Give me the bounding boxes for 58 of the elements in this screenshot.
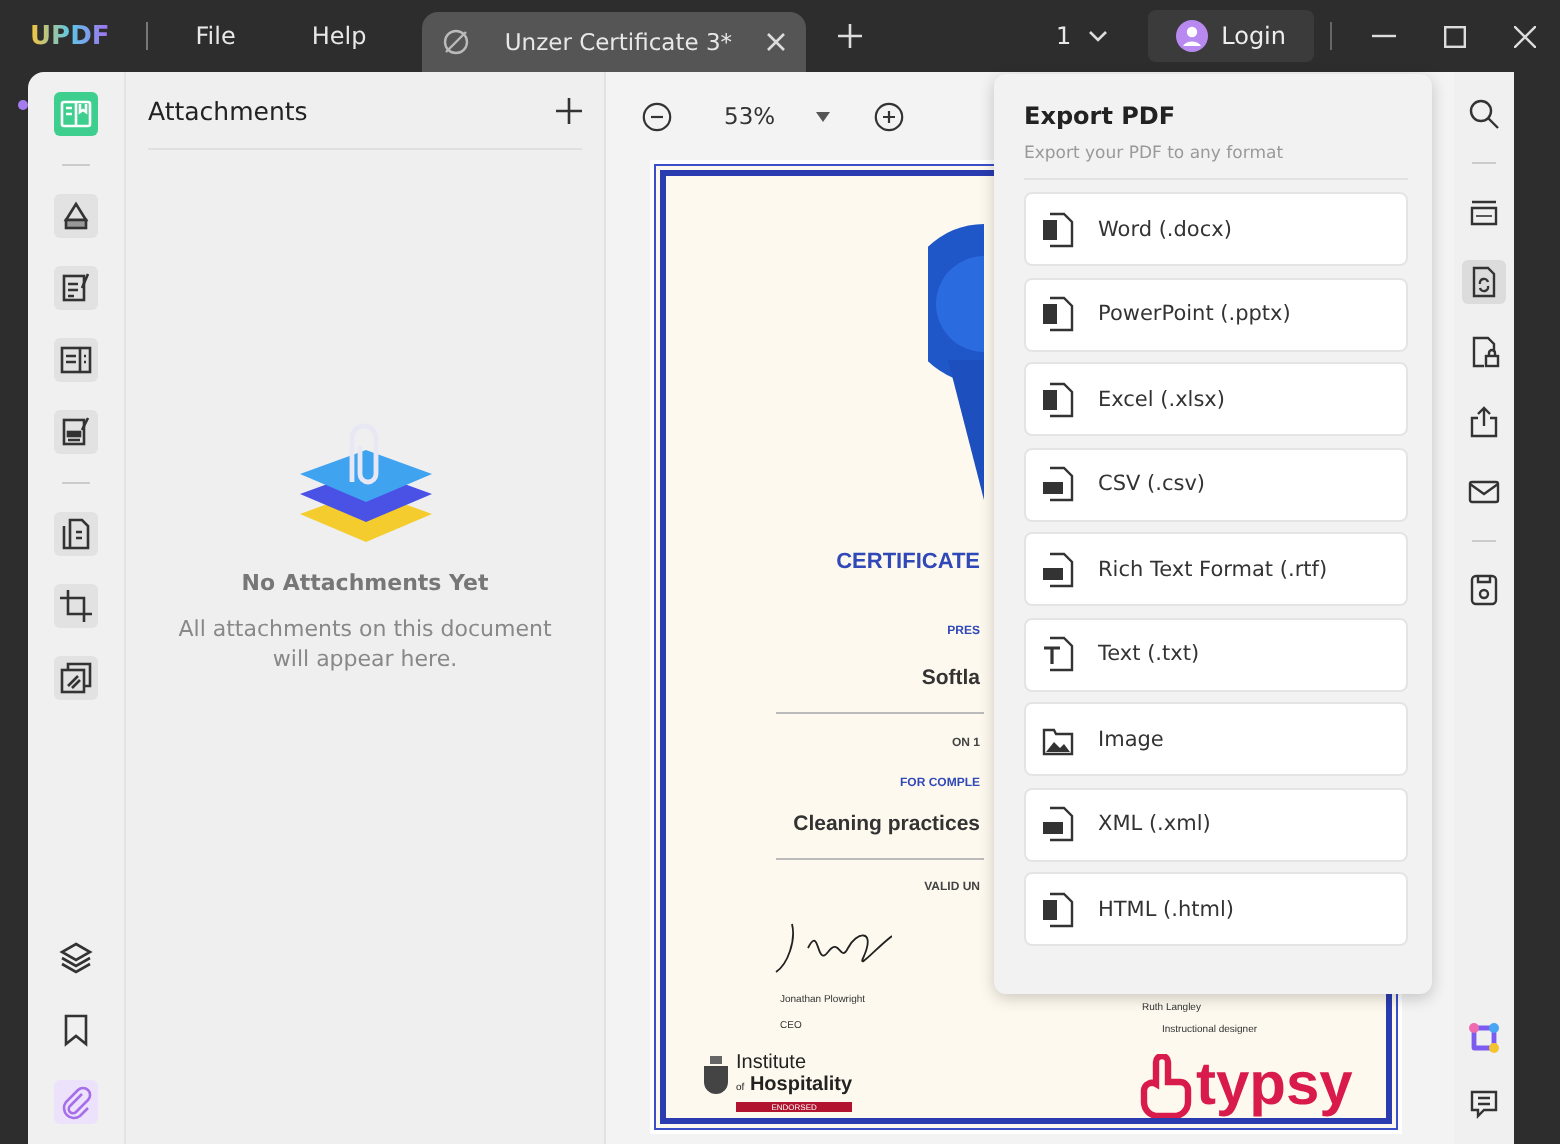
file-icon [1042, 806, 1074, 842]
file-icon [1042, 381, 1074, 417]
export-format-button[interactable]: Rich Text Format (.rtf) [1024, 532, 1408, 606]
highlight-tool-icon[interactable] [54, 194, 98, 238]
login-button[interactable]: Login [1147, 10, 1314, 62]
ai-assistant-icon[interactable] [1468, 1022, 1500, 1054]
empty-title: No Attachments Yet [241, 570, 489, 596]
export-format-button[interactable]: Word (.docx) [1024, 192, 1408, 266]
export-format-button[interactable]: CSV (.csv) [1024, 447, 1408, 521]
crop-tool-icon[interactable] [54, 584, 98, 628]
recipient-name: Softla [921, 666, 980, 690]
zoom-out-icon[interactable] [642, 101, 672, 131]
attachment-icon[interactable] [54, 1080, 98, 1124]
menu-item[interactable]: Help [311, 22, 367, 50]
menu-item[interactable]: File [195, 22, 236, 50]
course-name: Cleaning practices [793, 812, 980, 836]
add-icon[interactable] [556, 97, 582, 123]
export-format-button[interactable]: Text (.txt) [1024, 617, 1408, 691]
convert-icon[interactable] [1462, 260, 1506, 304]
file-icon [1042, 211, 1074, 247]
file-icon [1042, 551, 1074, 587]
export-format-button[interactable]: PowerPoint (.pptx) [1024, 277, 1408, 351]
compare-tool-icon[interactable] [54, 656, 98, 700]
file-icon [1042, 466, 1074, 502]
caret-icon[interactable] [1087, 30, 1108, 42]
hand-icon [1140, 1054, 1192, 1118]
panel-title: Export PDF [1024, 102, 1178, 130]
file-icon [1042, 891, 1074, 927]
new-tab-icon[interactable] [838, 24, 863, 48]
crest-icon [700, 1054, 732, 1098]
maximize-icon[interactable] [1444, 25, 1466, 47]
app-logo: UPDF [30, 21, 110, 51]
zoom-in-icon[interactable] [873, 101, 904, 131]
dropdown-icon[interactable] [815, 111, 830, 121]
export-format-button[interactable]: Excel (.xlsx) [1024, 362, 1408, 436]
file-icon [1042, 636, 1074, 672]
certificate-heading: CERTIFICATE [836, 550, 980, 574]
comment-icon[interactable] [1468, 1088, 1500, 1120]
zoom-level[interactable]: 53% [724, 102, 776, 130]
document-tab[interactable]: Unzer Certificate 3* [422, 12, 807, 72]
export-format-button[interactable]: XML (.xml) [1024, 787, 1408, 861]
form-tool-icon[interactable] [54, 338, 98, 382]
close-tab-icon[interactable] [766, 32, 787, 52]
window-count[interactable]: 1 [1055, 22, 1072, 50]
close-icon[interactable] [1514, 25, 1536, 47]
file-icon [1042, 296, 1074, 332]
institute-name: Institute [736, 1054, 809, 1074]
organize-tool-icon[interactable] [54, 512, 98, 556]
export-format-button[interactable]: Image [1024, 702, 1408, 776]
edit-tool-icon[interactable] [54, 266, 98, 310]
avatar-icon [1175, 20, 1208, 52]
export-format-button[interactable]: HTML (.html) [1024, 872, 1408, 946]
brand-logo: typsy [1196, 1056, 1353, 1116]
empty-message: All attachments on this document will appear here. [176, 614, 554, 674]
panel-title: Attachments [148, 95, 308, 125]
signature-drawing [772, 920, 892, 976]
sign-tool-icon[interactable] [54, 410, 98, 454]
panel-subtitle: Export your PDF to any format [1024, 144, 1286, 164]
